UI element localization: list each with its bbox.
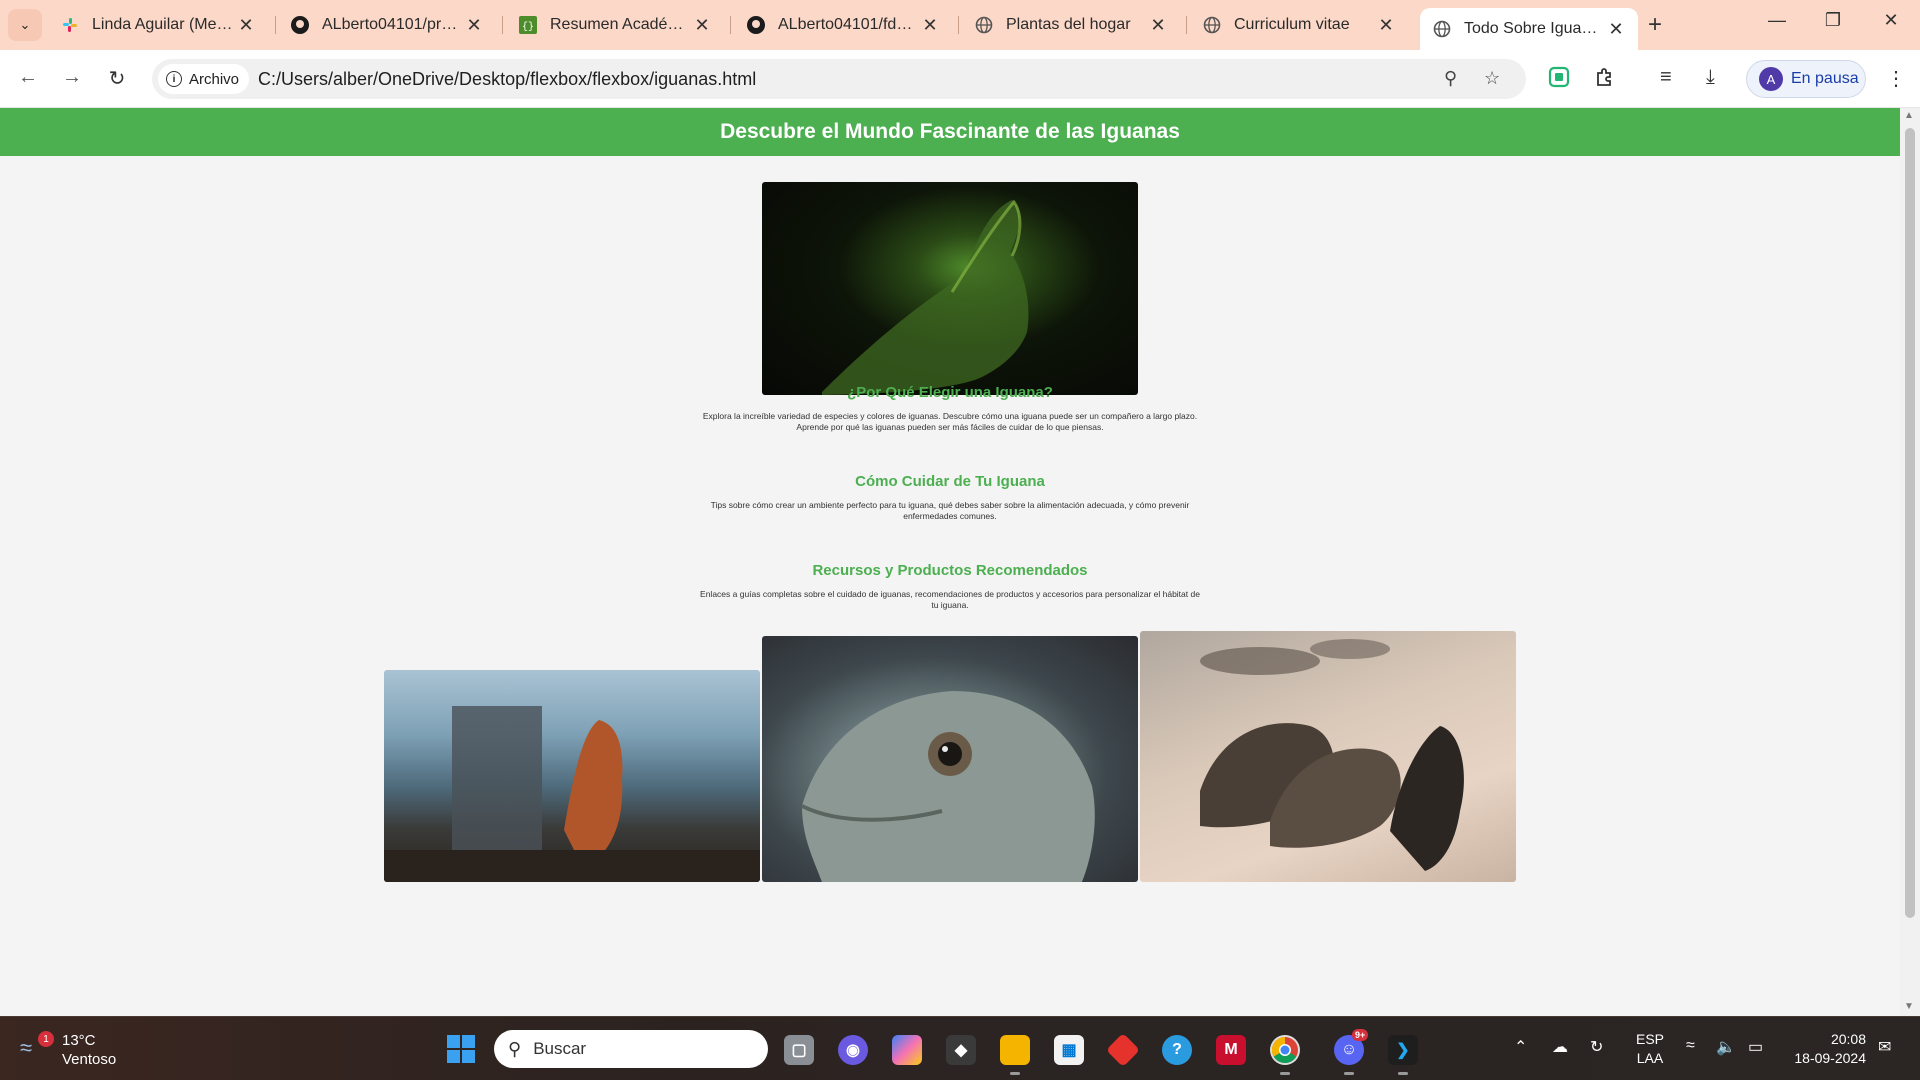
battery-icon[interactable]: ▭	[1748, 1037, 1763, 1057]
globe-icon	[1202, 15, 1222, 35]
discord-badge: 9+	[1352, 1029, 1369, 1041]
close-tab-icon[interactable]: ✕	[920, 15, 940, 36]
vscode-icon[interactable]: ❯	[1388, 1035, 1418, 1075]
globe-icon	[974, 15, 994, 35]
meet-chat-icon[interactable]: ◉	[838, 1035, 868, 1065]
profile-button[interactable]: A En pausa	[1746, 60, 1866, 98]
scrollbar-thumb[interactable]	[1905, 128, 1915, 918]
task-view-icon[interactable]: ▢	[784, 1035, 814, 1065]
wind-weather-icon: ≈ 1	[20, 1031, 54, 1065]
media-controls-icon[interactable]: ≡	[1660, 66, 1672, 89]
vertical-scrollbar[interactable]: ▲ ▼	[1900, 108, 1920, 1016]
tab-resumen-academico[interactable]: {} Resumen Académico ✕	[506, 8, 724, 42]
github-icon	[290, 15, 310, 35]
forward-arrow-icon[interactable]: →	[58, 66, 86, 89]
taskbar-clock[interactable]: 20:08 18-09-2024	[1786, 1030, 1866, 1068]
page-header: Descubre el Mundo Fascinante de las Igua…	[0, 108, 1900, 156]
extensions-puzzle-icon[interactable]	[1594, 66, 1616, 94]
taskbar-search[interactable]: ⚲ Buscar	[494, 1030, 768, 1068]
chevron-down-icon: ⌄	[19, 17, 31, 32]
close-window-icon[interactable]: ✕	[1876, 10, 1906, 31]
page-title: Descubre el Mundo Fascinante de las Igua…	[720, 120, 1180, 143]
zoom-icon[interactable]: ⚲	[1444, 68, 1457, 89]
close-tab-icon[interactable]: ✕	[1148, 15, 1168, 36]
weather-badge: 1	[38, 1031, 54, 1047]
gallery-iguana-closeup-image	[762, 636, 1138, 882]
close-tab-icon[interactable]: ✕	[464, 15, 484, 36]
globe-icon	[1432, 19, 1452, 39]
restore-icon[interactable]: ❐	[1818, 10, 1848, 31]
chrome-icon[interactable]	[1270, 1035, 1300, 1075]
windows-taskbar: ≈ 1 13°C Ventoso ⚲ Buscar ▢ ◉ ◆ ▦ ? M ☺ …	[0, 1016, 1920, 1080]
weather-temp: 13°C	[62, 1032, 96, 1049]
section-why-iguana: ¿Por Qué Elegir una Iguana? Explora la i…	[650, 384, 1250, 433]
tab-github-fdsw[interactable]: ALberto04101/fdsw- ✕	[734, 8, 952, 42]
extension-green-icon[interactable]	[1548, 66, 1570, 94]
file-explorer-icon[interactable]	[1000, 1035, 1030, 1075]
close-tab-icon[interactable]: ✕	[236, 15, 256, 36]
tab-github-prueba[interactable]: ALberto04101/prueb ✕	[278, 8, 496, 42]
hero-iguana-image	[762, 182, 1138, 395]
reload-icon[interactable]: ↻	[103, 66, 131, 91]
minimize-icon[interactable]: —	[1762, 10, 1792, 31]
back-arrow-icon[interactable]: ←	[14, 66, 42, 89]
close-tab-icon[interactable]: ✕	[1606, 19, 1626, 40]
download-icon[interactable]: ⤓	[1706, 66, 1715, 89]
gallery-iguanas-beach-image	[1140, 631, 1516, 882]
tab-search-button[interactable]: ⌄	[8, 9, 42, 41]
tab-todo-sobre-iguanas[interactable]: Todo Sobre Iguanas ✕	[1420, 8, 1638, 50]
tab-linda-aguilar[interactable]: Linda Aguilar (Mensa ✕	[48, 8, 268, 42]
bookmark-star-icon[interactable]: ☆	[1484, 68, 1500, 89]
windows-start-icon[interactable]	[447, 1035, 475, 1063]
scroll-down-arrow-icon[interactable]: ▼	[1904, 1001, 1914, 1012]
github-icon	[746, 15, 766, 35]
overleaf-icon: {}	[518, 15, 538, 35]
section-iguana-care: Cómo Cuidar de Tu Iguana Tips sobre cómo…	[650, 473, 1250, 522]
copilot-icon[interactable]	[892, 1035, 922, 1065]
slack-icon	[60, 15, 80, 35]
web-page: Descubre el Mundo Fascinante de las Igua…	[0, 108, 1900, 1016]
onedrive-cloud-icon[interactable]: ☁	[1552, 1037, 1568, 1057]
section-resources: Recursos y Productos Recomendados Enlace…	[650, 562, 1250, 611]
site-info-chip[interactable]: i Archivo	[158, 64, 250, 94]
git-diamond-icon[interactable]: ◆	[946, 1035, 976, 1065]
section-title: ¿Por Qué Elegir una Iguana?	[847, 384, 1053, 401]
anydesk-icon[interactable]	[1106, 1033, 1140, 1067]
address-bar[interactable]: i Archivo C:/Users/alber/OneDrive/Deskto…	[152, 59, 1526, 99]
section-text: Tips sobre cómo crear un ambiente perfec…	[710, 500, 1190, 521]
tab-curriculum-vitae[interactable]: Curriculum vitae ✕	[1190, 8, 1408, 42]
help-app-icon[interactable]: ?	[1162, 1035, 1192, 1065]
notification-bell-icon[interactable]: ✉	[1878, 1037, 1891, 1057]
show-hidden-icons-chevron-icon[interactable]: ⌃	[1514, 1037, 1527, 1057]
search-icon: ⚲	[508, 1038, 522, 1059]
sync-icon[interactable]: ↻	[1590, 1037, 1603, 1057]
section-title: Cómo Cuidar de Tu Iguana	[855, 473, 1045, 490]
close-tab-icon[interactable]: ✕	[692, 15, 712, 36]
mcafee-shield-icon[interactable]: M	[1216, 1035, 1246, 1065]
scroll-up-arrow-icon[interactable]: ▲	[1904, 110, 1914, 121]
weather-condition: Ventoso	[62, 1051, 117, 1068]
avatar: A	[1759, 67, 1783, 91]
url-text[interactable]: C:/Users/alber/OneDrive/Desktop/flexbox/…	[258, 69, 756, 90]
wifi-icon[interactable]: ≈	[1686, 1037, 1695, 1055]
section-title: Recursos y Productos Recomendados	[812, 562, 1088, 579]
info-icon: i	[166, 71, 182, 87]
tab-plantas-del-hogar[interactable]: Plantas del hogar ✕	[962, 8, 1180, 42]
more-menu-icon[interactable]: ⋮	[1886, 66, 1906, 91]
section-text: Explora la increíble variedad de especie…	[702, 411, 1198, 432]
svg-text:{}: {}	[522, 21, 534, 33]
new-tab-icon[interactable]: +	[1648, 11, 1662, 39]
discord-icon[interactable]: ☺ 9+	[1334, 1029, 1369, 1075]
microsoft-store-icon[interactable]: ▦	[1054, 1035, 1084, 1065]
gallery-iguana-shore-image	[384, 670, 760, 882]
close-tab-icon[interactable]: ✕	[1376, 15, 1396, 36]
section-text: Enlaces a guías completas sobre el cuida…	[700, 589, 1200, 610]
volume-icon[interactable]: 🔈	[1716, 1037, 1736, 1057]
weather-widget[interactable]: ≈ 1 13°C Ventoso	[20, 1031, 116, 1069]
language-indicator[interactable]: ESP LAA	[1636, 1030, 1664, 1068]
tab-strip: ⌄ Linda Aguilar (Mensa ✕ ALberto04101/pr…	[0, 0, 1920, 50]
